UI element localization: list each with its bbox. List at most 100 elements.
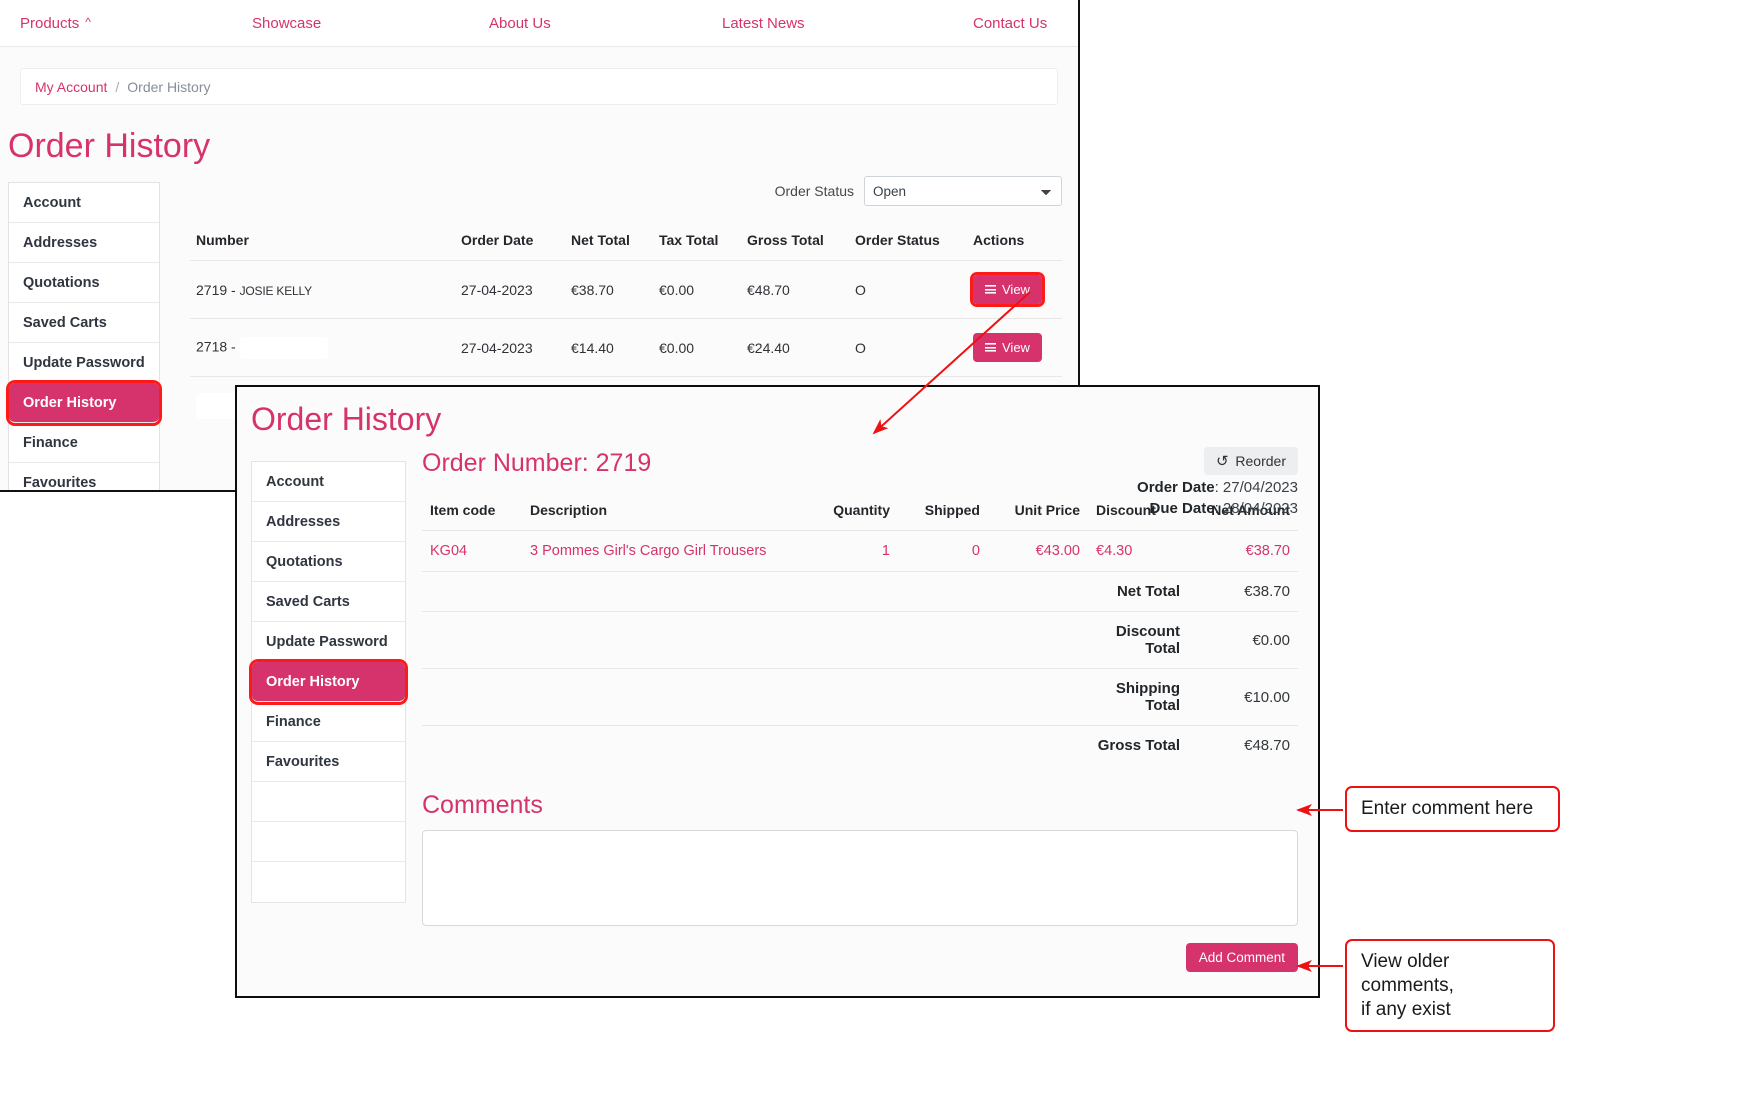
due-date-label: Due Date [1150, 500, 1215, 517]
breadcrumb-separator: / [115, 79, 119, 95]
comment-textarea[interactable] [422, 830, 1298, 926]
order-meta-block: ↻ Reorder Order Date: 27/04/2023 Due Dat… [1137, 447, 1298, 517]
col-order-status: Order Status [849, 228, 967, 261]
refresh-icon: ↻ [1216, 454, 1229, 469]
modal-sidebar-item-blank-1 [252, 782, 405, 822]
col-net-total: Net Total [565, 228, 653, 261]
cell-description[interactable]: 3 Pommes Girl's Cargo Girl Trousers [522, 531, 808, 572]
nav-item-contact-us[interactable]: Contact Us [973, 15, 1047, 32]
nav-item-latest-news[interactable]: Latest News [722, 15, 805, 32]
view-button-label: View [1002, 340, 1030, 355]
sidebar-item-order-history[interactable]: Order History [9, 383, 159, 423]
order-status-filter: Order Status Open [190, 176, 1062, 206]
breadcrumb-bar: My Account / Order History [20, 68, 1058, 105]
net-total-label: Net Total [1088, 572, 1188, 612]
nav-item-about-us[interactable]: About Us [489, 15, 551, 32]
nav-item-showcase[interactable]: Showcase [252, 15, 321, 32]
sidebar-item-saved-carts[interactable]: Saved Carts [9, 303, 159, 343]
orders-table-header-row: Number Order Date Net Total Tax Total Gr… [190, 228, 1062, 261]
sidebar-item-account[interactable]: Account [9, 183, 159, 223]
table-row: 2718 - 27-04-2023 €14.40 €0.00 €24.40 O … [190, 319, 1062, 377]
col-tax-total: Tax Total [653, 228, 741, 261]
order-customer-text: JOSIE KELLY [240, 284, 312, 298]
due-date-value: : 28/04/2023 [1215, 500, 1298, 517]
order-date-line: Order Date: 27/04/2023 [1137, 479, 1298, 496]
nav-item-products[interactable]: Products ^ [20, 15, 91, 32]
order-number-text: 2719 - [196, 282, 240, 298]
page-title: Order History [8, 127, 1078, 166]
cell-actions: View [967, 261, 1062, 319]
chevron-up-icon: ^ [85, 15, 91, 29]
col-item-code: Item code [422, 498, 522, 531]
breadcrumb-link-my-account[interactable]: My Account [35, 79, 107, 95]
cell-gross-total: €24.40 [741, 319, 849, 377]
modal-sidebar-item-addresses[interactable]: Addresses [252, 502, 405, 542]
list-icon [985, 285, 996, 294]
view-button-label: View [1002, 282, 1030, 297]
modal-sidebar-item-account[interactable]: Account [252, 462, 405, 502]
sidebar-item-update-password[interactable]: Update Password [9, 343, 159, 383]
sidebar-item-finance[interactable]: Finance [9, 423, 159, 463]
col-comment-date: Date [422, 994, 632, 998]
modal-sidebar-item-quotations[interactable]: Quotations [252, 542, 405, 582]
order-number-text: 2718 - [196, 338, 240, 354]
cell-order-status: O [849, 261, 967, 319]
order-status-select[interactable]: Open [864, 176, 1062, 206]
top-navigation-bar: Products ^ Showcase About Us Latest News… [0, 0, 1078, 47]
cell-tax-total: €0.00 [653, 319, 741, 377]
comments-heading: Comments [422, 791, 1298, 820]
cell-shipped: 0 [898, 531, 988, 572]
col-quantity: Quantity [808, 498, 898, 531]
spacer-cell [422, 726, 1088, 766]
view-button[interactable]: View [973, 333, 1042, 362]
modal-sidebar-item-finance[interactable]: Finance [252, 702, 405, 742]
breadcrumb: My Account / Order History [21, 79, 211, 95]
callout-enter-comment: Enter comment here [1345, 786, 1560, 832]
reorder-button-label: Reorder [1235, 453, 1286, 469]
modal-sidebar-item-favourites[interactable]: Favourites [252, 742, 405, 782]
table-row: 2719 - JOSIE KELLY 27-04-2023 €38.70 €0.… [190, 261, 1062, 319]
cell-unit-price: €43.00 [988, 531, 1088, 572]
spacer-cell [422, 572, 1088, 612]
discount-total-value: €0.00 [1188, 612, 1298, 669]
shipping-total-label: Shipping Total [1088, 669, 1188, 726]
breadcrumb-current: Order History [127, 79, 210, 95]
col-gross-total: Gross Total [741, 228, 849, 261]
modal-page-title: Order History [251, 401, 1318, 438]
spacer-cell [422, 669, 1088, 726]
order-date-value: : 27/04/2023 [1215, 479, 1298, 496]
order-items-table: Item code Description Quantity Shipped U… [422, 498, 1298, 765]
modal-sidebar-item-order-history[interactable]: Order History [252, 662, 405, 702]
view-button[interactable]: View [973, 275, 1042, 304]
total-row-gross: Gross Total €48.70 [422, 726, 1298, 766]
callout-older-line-2: if any exist [1361, 998, 1539, 1022]
cell-item-code[interactable]: KG04 [422, 531, 522, 572]
col-comment-text: Comment [912, 994, 1298, 998]
modal-sidebar-item-update-password[interactable]: Update Password [252, 622, 405, 662]
cell-tax-total: €0.00 [653, 261, 741, 319]
item-row: KG04 3 Pommes Girl's Cargo Girl Trousers… [422, 531, 1298, 572]
masked-customer-box [240, 337, 328, 359]
modal-sidebar-item-blank-3 [252, 862, 405, 902]
cell-number: 2719 - JOSIE KELLY [190, 261, 455, 319]
modal-account-sidebar: Account Addresses Quotations Saved Carts… [251, 461, 406, 903]
col-order-date: Order Date [455, 228, 565, 261]
reorder-button[interactable]: ↻ Reorder [1204, 447, 1298, 475]
list-icon [985, 343, 996, 352]
due-date-line: Due Date: 28/04/2023 [1137, 500, 1298, 517]
cell-net-amount: €38.70 [1188, 531, 1298, 572]
cell-order-date: 27-04-2023 [455, 319, 565, 377]
spacer-cell [422, 612, 1088, 669]
sidebar-item-quotations[interactable]: Quotations [9, 263, 159, 303]
order-date-label: Order Date [1137, 479, 1215, 496]
cell-discount: €4.30 [1088, 531, 1188, 572]
col-shipped: Shipped [898, 498, 988, 531]
add-comment-button[interactable]: Add Comment [1186, 943, 1298, 972]
cell-net-total: €14.40 [565, 319, 653, 377]
col-description: Description [522, 498, 808, 531]
gross-total-value: €48.70 [1188, 726, 1298, 766]
sidebar-item-favourites[interactable]: Favourites [9, 463, 159, 492]
order-detail-body: ↻ Reorder Order Date: 27/04/2023 Due Dat… [422, 449, 1298, 998]
sidebar-item-addresses[interactable]: Addresses [9, 223, 159, 263]
modal-sidebar-item-saved-carts[interactable]: Saved Carts [252, 582, 405, 622]
